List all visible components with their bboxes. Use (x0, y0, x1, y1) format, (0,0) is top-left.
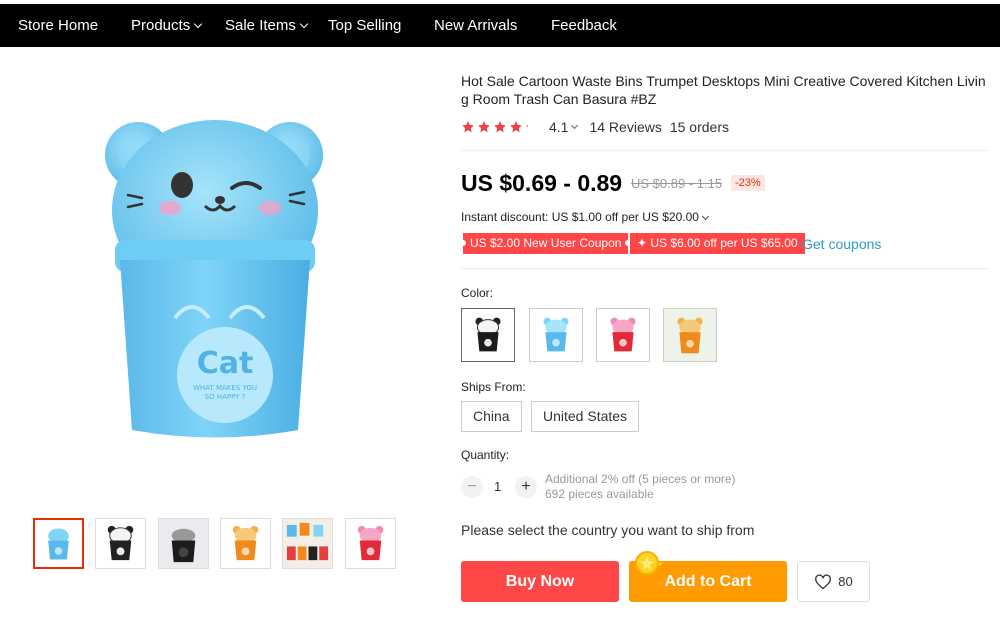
chevron-down-icon (193, 19, 203, 29)
thumbnail-red[interactable] (345, 518, 396, 569)
main-product-image[interactable]: Cat WHAT MAKES YOU SO HAPPY ? (60, 100, 390, 470)
star-icon (462, 121, 474, 133)
nav-products[interactable]: Products (131, 4, 203, 47)
store-nav-bar: Store Home Products Sale Items Top Selli… (0, 4, 1000, 47)
chevron-down-icon (701, 212, 709, 221)
chevron-down-icon[interactable] (571, 121, 579, 129)
store-coupon[interactable]: ✦ US $6.00 off per US $65.00 (630, 233, 805, 254)
ship-country-message: Please select the country you want to sh… (461, 522, 755, 538)
chevron-down-icon (299, 19, 309, 29)
instant-discount[interactable]: Instant discount: US $1.00 off per US $2… (461, 210, 709, 224)
price: US $0.69 - 0.89 (461, 170, 623, 196)
thumbnail-multi[interactable] (282, 518, 333, 569)
ship-option-united-states[interactable]: United States (531, 401, 640, 432)
divider (461, 268, 989, 269)
rating-value[interactable]: 4.1 (549, 119, 568, 135)
discount-badge: -23% (731, 175, 765, 191)
star-rating (461, 120, 539, 134)
ship-option-china[interactable]: China (461, 401, 522, 432)
instant-discount-text: Instant discount: US $1.00 off per US $2… (461, 210, 699, 224)
nav-label: Products (131, 17, 191, 34)
bulk-discount-text: Additional 2% off (5 pieces or more) (545, 472, 736, 486)
star-icon (494, 121, 506, 133)
thumbnail-blue[interactable] (33, 518, 84, 569)
nav-label: Top Selling (328, 17, 402, 34)
color-option-red[interactable] (596, 308, 650, 362)
nav-label: Feedback (551, 17, 617, 34)
star-icon (478, 121, 490, 133)
available-stock-text: 692 pieces available (545, 487, 654, 501)
divider (461, 150, 989, 151)
product-title: Hot Sale Cartoon Waste Bins Trumpet Desk… (461, 73, 986, 107)
nav-sale-items[interactable]: Sale Items (225, 4, 309, 47)
quantity-label: Quantity: (461, 448, 510, 462)
bin-logo-text: Cat (197, 346, 254, 381)
svg-text:SO HAPPY ?: SO HAPPY ? (205, 393, 246, 401)
nav-top-selling[interactable]: Top Selling (328, 4, 401, 47)
nav-label: Sale Items (225, 17, 296, 34)
wishlist-count: 80 (838, 574, 853, 589)
coin-icon (635, 551, 663, 575)
buy-now-button[interactable]: Buy Now (461, 561, 619, 602)
thumbnail-black-gray[interactable] (158, 518, 209, 569)
color-option-orange[interactable] (663, 308, 717, 362)
thumbnail-orange[interactable] (220, 518, 271, 569)
nav-feedback[interactable]: Feedback (551, 4, 617, 47)
color-option-black[interactable] (461, 308, 515, 362)
reviews-link[interactable]: 14 Reviews (589, 119, 661, 135)
get-coupons-link[interactable]: Get coupons (802, 236, 881, 252)
new-user-coupon[interactable]: US $2.00 New User Coupon (459, 233, 632, 254)
wishlist-button[interactable]: 80 (797, 561, 870, 602)
color-label: Color: (461, 286, 494, 300)
quantity-decrease-button[interactable]: − (461, 476, 483, 498)
thumbnail-black[interactable] (95, 518, 146, 569)
orders-count: 15 orders (669, 119, 729, 135)
star-partial-icon (526, 125, 528, 128)
original-price: US $0.89 - 1.15 (631, 176, 723, 191)
nav-new-arrivals[interactable]: New Arrivals (434, 4, 517, 47)
svg-text:WHAT MAKES YOU: WHAT MAKES YOU (193, 384, 257, 392)
quantity-value[interactable]: 1 (494, 479, 501, 494)
star-icon (510, 121, 522, 133)
nav-label: New Arrivals (434, 17, 518, 34)
nav-store-home[interactable]: Store Home (18, 4, 98, 47)
quantity-increase-button[interactable]: + (515, 476, 537, 498)
nav-label: Store Home (18, 17, 99, 34)
heart-icon (815, 573, 832, 589)
color-option-blue[interactable] (529, 308, 583, 362)
rating-row: 4.1 14 Reviews 15 orders (461, 117, 729, 137)
ships-from-label: Ships From: (461, 380, 526, 394)
quantity-info: Additional 2% off (5 pieces or more) 692… (545, 472, 736, 502)
